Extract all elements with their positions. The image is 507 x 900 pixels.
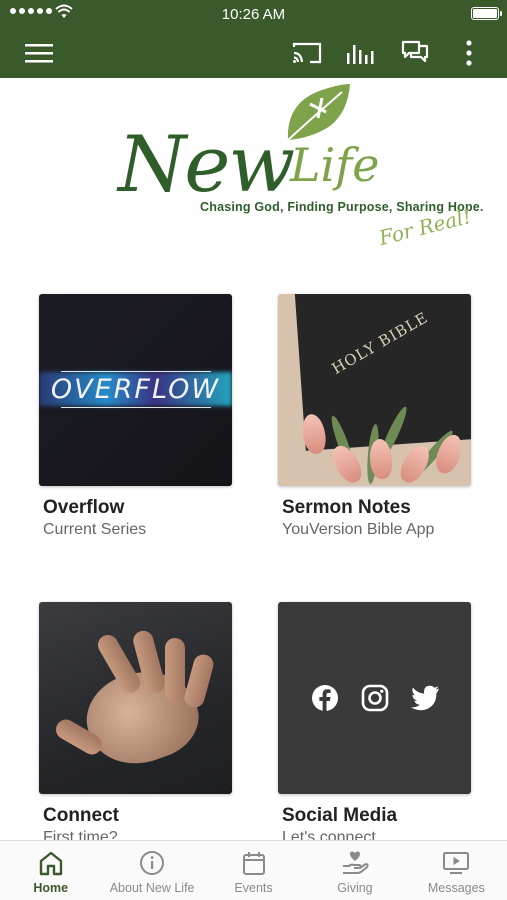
twitter-icon [410, 683, 440, 713]
card-social-media[interactable]: Social Media Let's connect [278, 602, 473, 847]
audio-bars-icon[interactable] [346, 38, 376, 68]
play-video-icon [441, 849, 471, 877]
card-title: Overflow [43, 497, 125, 518]
card-connect[interactable]: Connect First time? [39, 602, 234, 847]
card-overflow[interactable]: OVERFLOW Overflow Current Series [39, 294, 234, 539]
menu-icon[interactable] [24, 38, 54, 68]
instagram-icon [360, 683, 390, 713]
home-icon [36, 849, 66, 877]
nav-item-messages[interactable]: Messages [406, 841, 507, 900]
nav-label: Home [33, 881, 69, 895]
info-icon [137, 849, 167, 877]
overflow-image-text: OVERFLOW [50, 374, 221, 405]
card-subtitle: Current Series [43, 521, 147, 538]
nav-label: Messages [427, 881, 485, 895]
facebook-icon [310, 683, 340, 713]
logo-word-new: New [118, 120, 295, 210]
overflow-series-image: OVERFLOW [39, 294, 232, 486]
giving-hand-icon [340, 849, 370, 877]
card-title: Sermon Notes [282, 497, 411, 518]
nav-item-giving[interactable]: Giving [304, 841, 405, 900]
card-title: Social Media [282, 805, 398, 826]
nav-item-events[interactable]: Events [203, 841, 304, 900]
chat-icon[interactable] [400, 38, 430, 68]
nav-label: Giving [337, 881, 373, 895]
nav-item-home[interactable]: Home [0, 841, 101, 900]
more-vertical-icon[interactable] [454, 38, 484, 68]
battery-icon [471, 7, 502, 20]
status-bar: 10:26 AM [0, 0, 507, 28]
new-life-logo: New Life Chasing God, Finding Purpose, S… [100, 80, 483, 260]
nav-label: Events [234, 881, 273, 895]
holy-bible-image: HOLY BIBLE [278, 294, 471, 486]
card-sermon-notes[interactable]: HOLY BIBLE Sermon Notes YouVersion Bible… [278, 294, 473, 539]
status-time: 10:26 AM [221, 6, 286, 23]
nav-item-about[interactable]: About New Life [101, 841, 202, 900]
social-media-image [278, 602, 471, 794]
open-hand-image [39, 602, 232, 794]
calendar-icon [239, 849, 269, 877]
bottom-navigation: Home About New Life Events Giving Messag… [0, 840, 507, 900]
card-title: Connect [43, 805, 119, 826]
nav-label: About New Life [109, 881, 195, 895]
card-subtitle: YouVersion Bible App [282, 521, 435, 538]
app-toolbar [0, 28, 507, 78]
cast-icon[interactable] [292, 38, 322, 68]
logo-word-life: Life [290, 138, 380, 192]
